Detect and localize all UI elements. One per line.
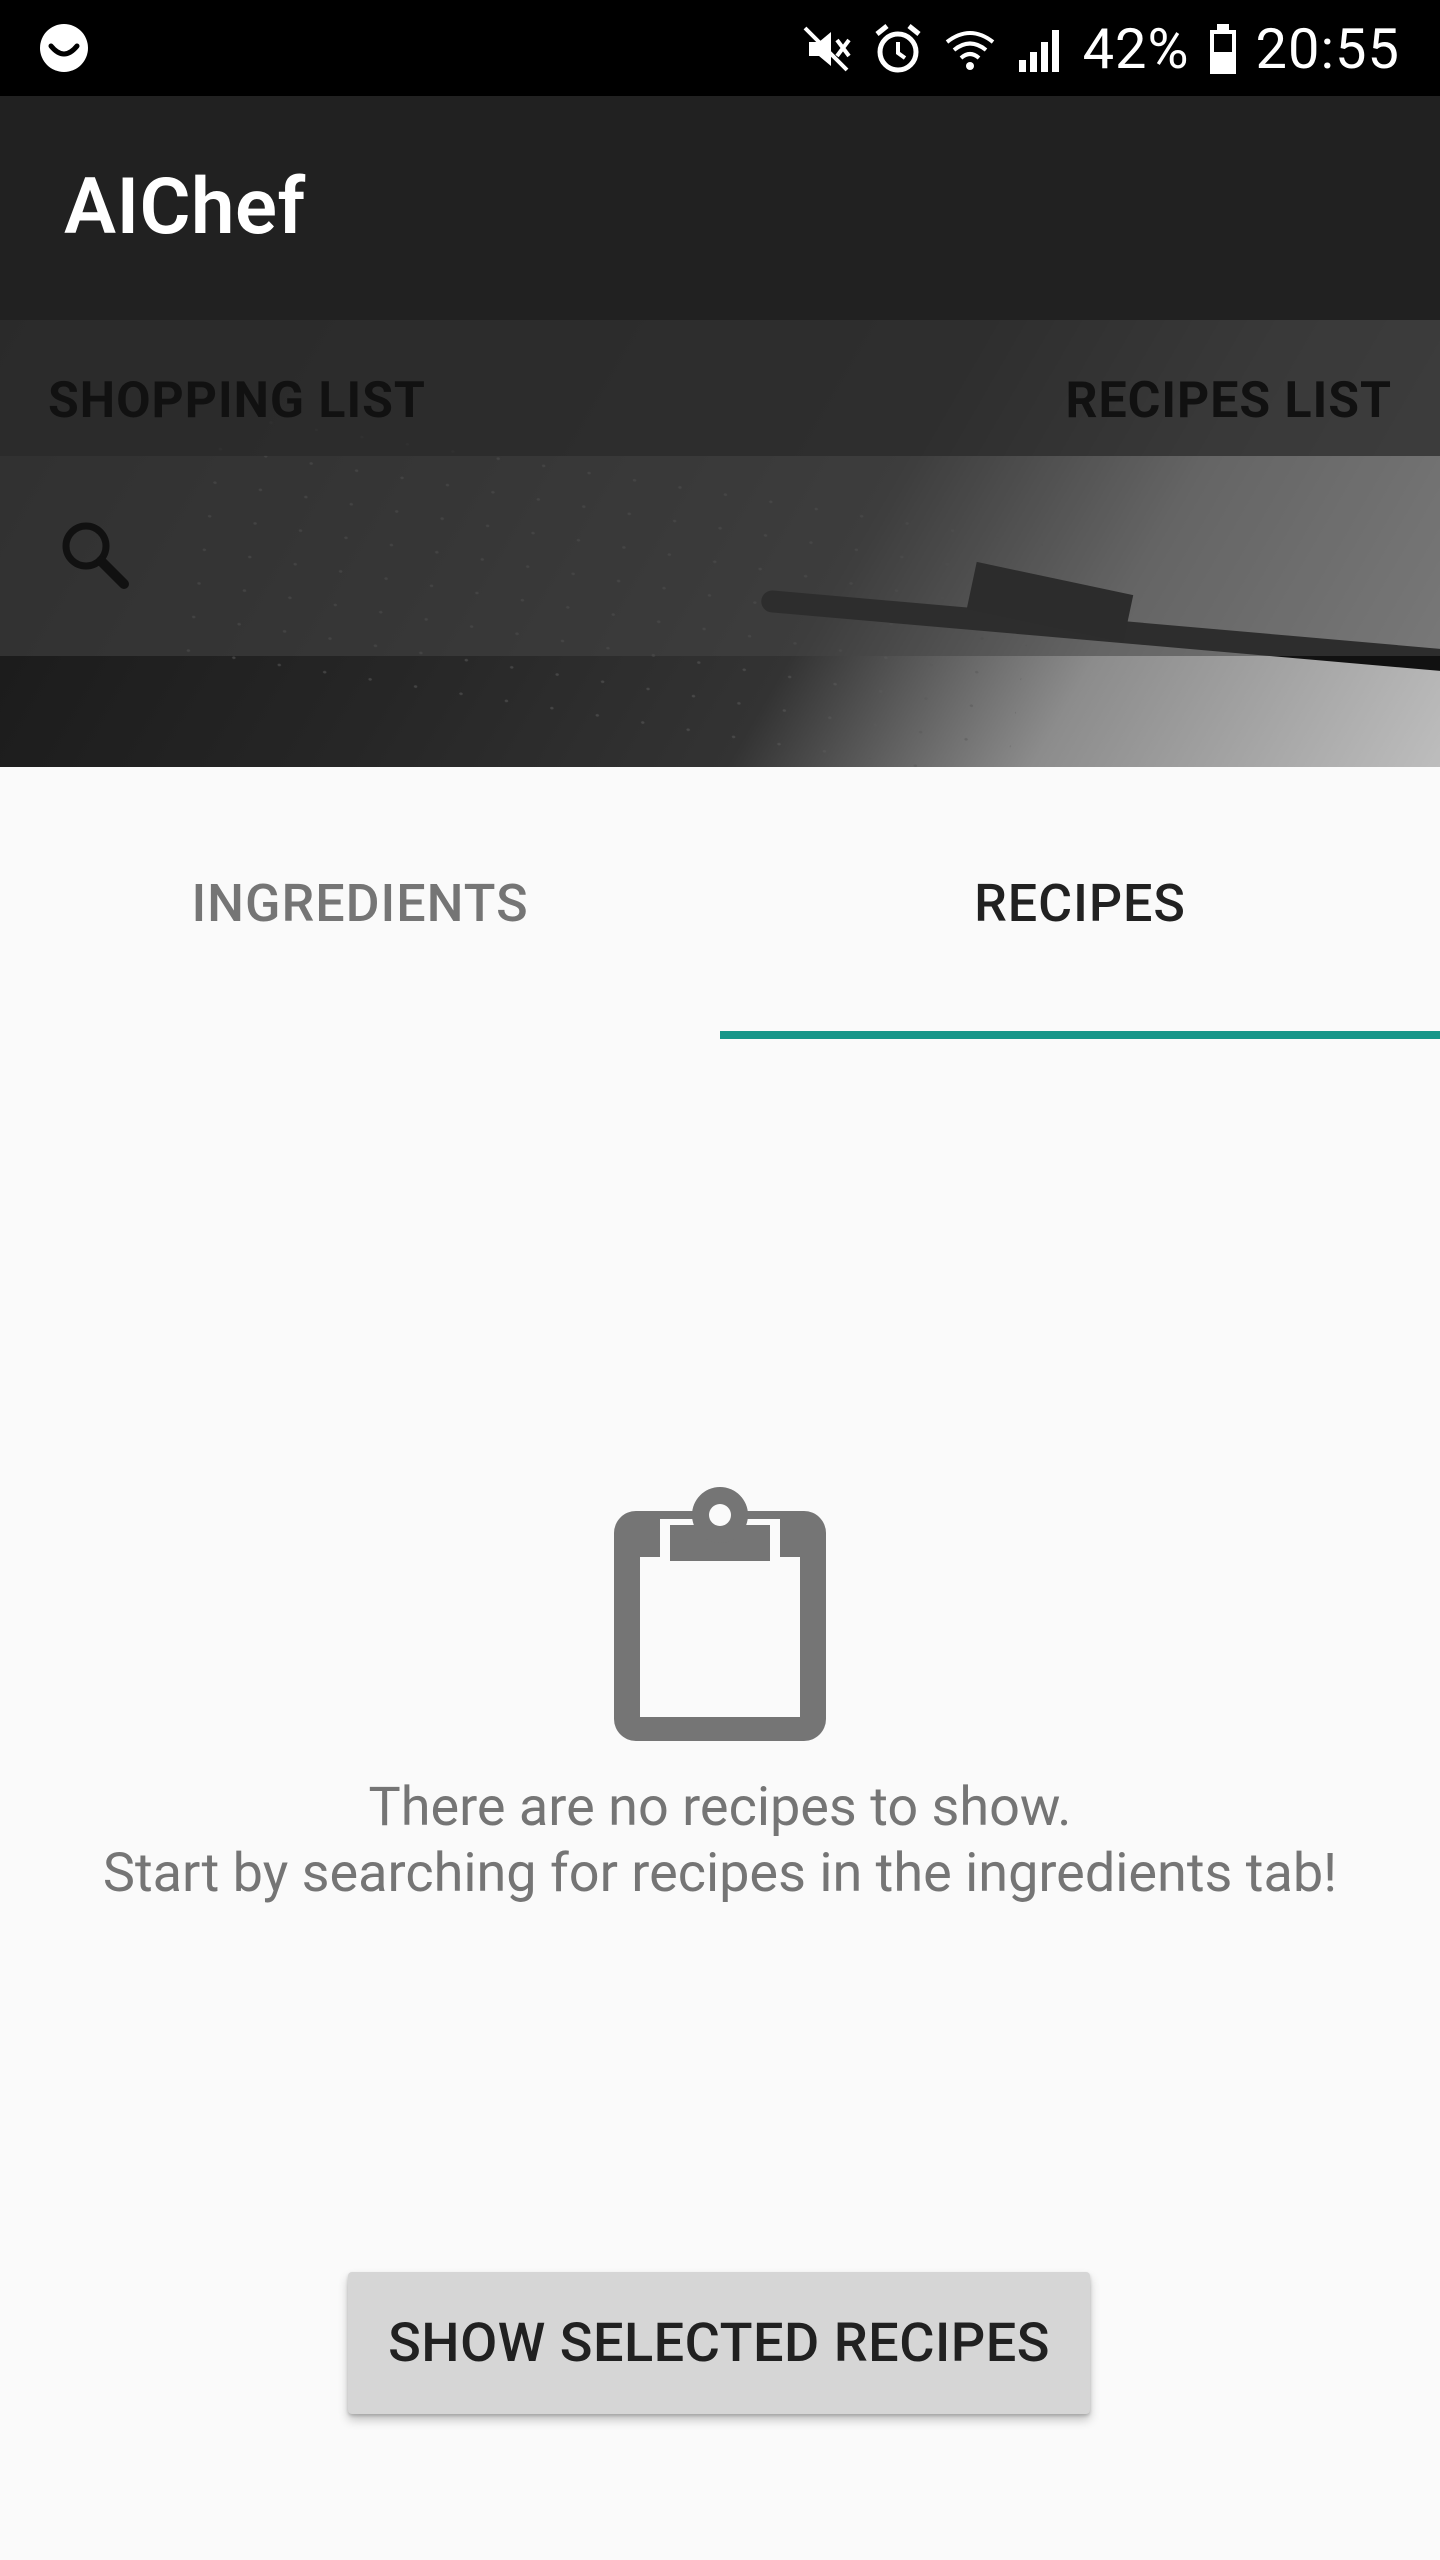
tab-shopping-list[interactable]: SHOPPING LIST <box>48 372 426 430</box>
status-bar: 42% 20:55 <box>0 0 1440 96</box>
empty-state-line1: There are no recipes to show. <box>368 1776 1072 1839</box>
search-bar[interactable] <box>0 456 1440 656</box>
top-tab-bar: SHOPPING LIST RECIPES LIST <box>0 320 1440 456</box>
signal-icon <box>1018 30 1059 72</box>
smiley-notification-icon <box>40 24 88 72</box>
battery-icon <box>1209 24 1236 74</box>
tab-bar: INGREDIENTS RECIPES <box>0 767 1440 1040</box>
status-icons: 42% 20:55 <box>799 14 1400 84</box>
clock: 20:55 <box>1255 16 1400 82</box>
empty-state-message: There are no recipes to show. Start by s… <box>0 1775 1440 1907</box>
wifi-icon <box>945 31 994 70</box>
clipboard-icon <box>614 1487 826 1741</box>
tab-ingredients[interactable]: INGREDIENTS <box>0 767 720 1040</box>
show-selected-recipes-button[interactable]: SHOW SELECTED RECIPES <box>348 2272 1090 2414</box>
empty-state-line2: Start by searching for recipes in the in… <box>102 1842 1338 1905</box>
app-title: AIChef <box>64 162 306 253</box>
app-bar: AIChef <box>0 96 1440 320</box>
tab-recipes[interactable]: RECIPES <box>720 767 1440 1040</box>
battery-percent: 42% <box>1082 16 1190 82</box>
search-icon[interactable] <box>56 516 136 596</box>
header-image: SHOPPING LIST RECIPES LIST <box>0 320 1440 767</box>
alarm-icon <box>875 24 921 73</box>
mute-icon <box>803 26 851 72</box>
tab-recipes-list[interactable]: RECIPES LIST <box>1065 372 1392 430</box>
tab-indicator <box>720 1031 1440 1039</box>
